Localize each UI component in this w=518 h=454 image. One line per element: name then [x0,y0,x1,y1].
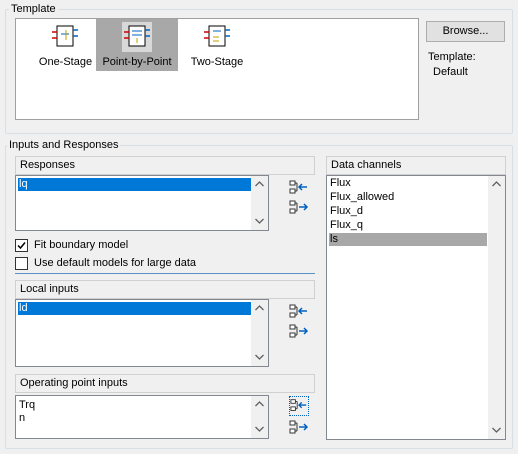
scroll-up-icon[interactable] [488,176,505,193]
operating-point-item[interactable]: Trq [18,399,251,412]
divider [15,273,315,274]
point-by-point-template-icon [122,22,152,52]
template-two-stage-label: Two-Stage [190,56,244,68]
move-right-icon [289,420,309,434]
move-right-icon [289,200,309,214]
template-group-title: Template [9,3,58,15]
scroll-down-icon[interactable] [251,421,268,438]
move-left-icon [290,399,307,411]
template-point-by-point[interactable]: Point-by-Point [96,19,178,71]
local-inputs-scrollbar[interactable] [251,300,268,366]
responses-header: Responses [15,156,315,175]
fit-boundary-checkbox[interactable] [15,239,28,252]
fit-boundary-checkbox-row[interactable]: Fit boundary model [15,239,215,253]
template-selector-panel: One-Stage Point-by-Point Two-Stage [15,18,419,120]
scroll-up-icon[interactable] [251,300,268,317]
add-response-button[interactable] [289,198,309,218]
operating-point-item[interactable]: n [18,412,251,425]
data-channel-item[interactable]: ls [329,233,487,246]
scroll-up-icon[interactable] [251,396,268,413]
scroll-up-icon[interactable] [251,176,268,193]
remove-response-button[interactable] [289,178,309,198]
remove-local-input-button[interactable] [289,302,309,322]
template-one-stage-label: One-Stage [38,56,93,68]
scroll-down-icon[interactable] [251,349,268,366]
template-value: Default [433,66,468,78]
data-channel-item[interactable]: Flux_allowed [329,191,487,204]
data-channels-list[interactable]: Flux Flux_allowed Flux_d Flux_q ls [326,175,506,440]
two-stage-template-icon [202,22,232,52]
add-local-input-button[interactable] [289,322,309,342]
fit-boundary-label: Fit boundary model [34,239,129,251]
template-point-by-point-label: Point-by-Point [102,56,172,68]
data-channel-item[interactable]: Flux [329,177,487,190]
responses-item[interactable]: lq [18,178,251,191]
data-channel-item[interactable]: Flux_q [329,219,487,232]
data-channel-item[interactable]: Flux_d [329,205,487,218]
operating-point-scrollbar[interactable] [251,396,268,438]
local-inputs-list[interactable]: ld [15,299,269,367]
template-one-stage[interactable]: One-Stage [37,19,94,71]
responses-scrollbar[interactable] [251,176,268,230]
data-channels-scrollbar[interactable] [488,176,505,439]
move-right-icon [289,324,309,338]
scroll-down-icon[interactable] [251,213,268,230]
data-channels-header: Data channels [326,156,506,175]
scroll-down-icon[interactable] [488,422,505,439]
remove-operating-point-button[interactable] [289,396,309,416]
add-operating-point-button[interactable] [289,418,309,438]
local-inputs-header: Local inputs [15,280,315,299]
local-inputs-item[interactable]: ld [18,302,251,315]
operating-point-inputs-list[interactable]: Trq n [15,395,269,439]
template-two-stage[interactable]: Two-Stage [184,19,250,71]
use-default-models-checkbox[interactable] [15,257,28,270]
use-default-models-checkbox-row[interactable]: Use default models for large data [15,257,295,271]
move-left-icon [289,180,307,194]
use-default-models-label: Use default models for large data [34,257,197,269]
inputs-responses-group-title: Inputs and Responses [7,139,121,151]
operating-point-inputs-header: Operating point inputs [15,374,315,393]
responses-list[interactable]: lq [15,175,269,231]
one-stage-template-icon [50,22,80,52]
checkmark-icon [17,242,26,250]
template-caption: Template: [428,51,476,63]
move-left-icon [289,304,307,318]
browse-button[interactable]: Browse... [426,21,505,42]
